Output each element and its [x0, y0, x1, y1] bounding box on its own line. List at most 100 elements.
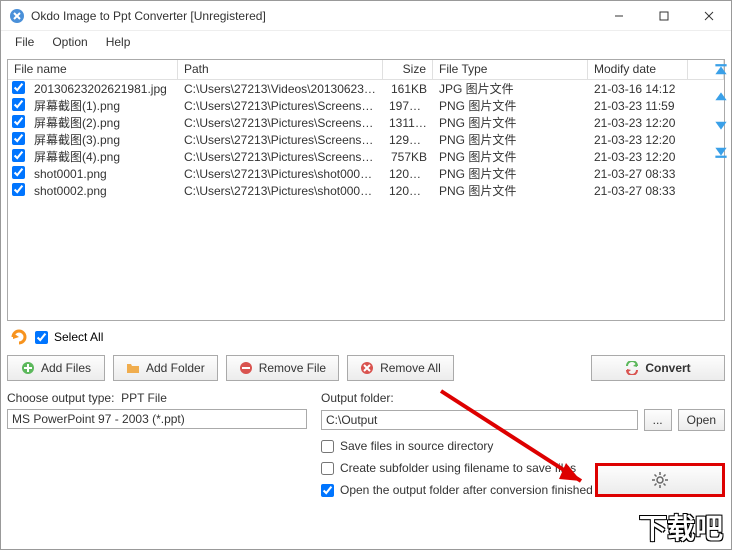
row-checkbox[interactable]	[12, 149, 25, 162]
header-filetype[interactable]: File Type	[433, 60, 588, 79]
add-files-button[interactable]: Add Files	[7, 355, 105, 381]
browse-button[interactable]: ...	[644, 409, 672, 431]
cell-date: 21-03-27 08:33	[588, 167, 688, 181]
cell-filename: 屏幕截图(2).png	[28, 114, 178, 131]
button-row: Add Files Add Folder Remove File Remove …	[7, 355, 725, 391]
file-list: File name Path Size File Type Modify dat…	[7, 59, 725, 321]
open-after-checkbox[interactable]	[321, 484, 334, 497]
row-checkbox[interactable]	[12, 81, 25, 94]
window-title: Okdo Image to Ppt Converter [Unregistere…	[31, 9, 596, 23]
cell-path: C:\Users\27213\Pictures\Screenshot...	[178, 150, 383, 164]
cell-path: C:\Users\27213\Pictures\shot0002.png	[178, 184, 383, 198]
cell-filename: 屏幕截图(3).png	[28, 131, 178, 148]
minimize-button[interactable]	[596, 1, 641, 30]
menu-option[interactable]: Option	[44, 33, 95, 51]
move-top-icon[interactable]	[712, 63, 730, 81]
create-subfolder-checkbox[interactable]	[321, 462, 334, 475]
add-files-label: Add Files	[41, 361, 91, 375]
cell-size: 1972KB	[383, 99, 433, 113]
cell-size: 161KB	[383, 82, 433, 96]
row-checkbox[interactable]	[12, 98, 25, 111]
cell-type: PNG 图片文件	[433, 165, 588, 182]
table-row[interactable]: 屏幕截图(2).pngC:\Users\27213\Pictures\Scree…	[8, 114, 724, 131]
undo-icon[interactable]	[9, 327, 29, 347]
cell-date: 21-03-16 14:12	[588, 82, 688, 96]
header-size[interactable]: Size	[383, 60, 433, 79]
remove-file-button[interactable]: Remove File	[226, 355, 339, 381]
cell-filename: 屏幕截图(4).png	[28, 148, 178, 165]
cell-path: C:\Users\27213\Videos\2013062320...	[178, 82, 383, 96]
cell-filename: shot0002.png	[28, 184, 178, 198]
header-path[interactable]: Path	[178, 60, 383, 79]
move-up-icon[interactable]	[712, 89, 730, 107]
header-date[interactable]: Modify date	[588, 60, 688, 79]
remove-all-icon	[360, 361, 374, 375]
row-checkbox[interactable]	[12, 166, 25, 179]
menubar: File Option Help	[1, 31, 731, 53]
table-row[interactable]: 20130623202621981.jpgC:\Users\27213\Vide…	[8, 80, 724, 97]
create-subfolder-label: Create subfolder using filename to save …	[340, 461, 576, 475]
window-buttons	[596, 1, 731, 30]
move-down-icon[interactable]	[712, 115, 730, 133]
output-folder-group: Output folder: ... Open Save files in so…	[321, 391, 725, 497]
plus-icon	[21, 361, 35, 375]
convert-label: Convert	[645, 361, 690, 375]
settings-button[interactable]	[595, 463, 725, 497]
cell-type: PNG 图片文件	[433, 182, 588, 199]
select-all-row: Select All	[7, 321, 725, 355]
close-button[interactable]	[686, 1, 731, 30]
table-row[interactable]: 屏幕截图(4).pngC:\Users\27213\Pictures\Scree…	[8, 148, 724, 165]
convert-icon	[625, 361, 639, 375]
cell-filename: 屏幕截图(1).png	[28, 97, 178, 114]
cell-type: JPG 图片文件	[433, 80, 588, 97]
row-checkbox[interactable]	[12, 115, 25, 128]
output-format-field[interactable]	[7, 409, 307, 429]
cell-path: C:\Users\27213\Pictures\Screenshot...	[178, 116, 383, 130]
cell-date: 21-03-23 12:20	[588, 133, 688, 147]
open-folder-button[interactable]: Open	[678, 409, 725, 431]
menu-help[interactable]: Help	[98, 33, 139, 51]
cell-date: 21-03-27 08:33	[588, 184, 688, 198]
menu-file[interactable]: File	[7, 33, 42, 51]
output-folder-label: Output folder:	[321, 391, 725, 405]
cell-size: 1205KB	[383, 167, 433, 181]
bottom-panel: Choose output type: PPT File Output fold…	[7, 391, 725, 503]
file-list-headers: File name Path Size File Type Modify dat…	[8, 60, 724, 80]
row-checkbox[interactable]	[12, 132, 25, 145]
file-list-body[interactable]: 20130623202621981.jpgC:\Users\27213\Vide…	[8, 80, 724, 320]
remove-file-label: Remove File	[259, 361, 326, 375]
open-after-label: Open the output folder after conversion …	[340, 483, 593, 497]
cell-type: PNG 图片文件	[433, 131, 588, 148]
save-in-source-checkbox[interactable]	[321, 440, 334, 453]
cell-type: PNG 图片文件	[433, 97, 588, 114]
add-folder-label: Add Folder	[146, 361, 205, 375]
header-filename[interactable]: File name	[8, 60, 178, 79]
cell-size: 1311KB	[383, 116, 433, 130]
cell-type: PNG 图片文件	[433, 114, 588, 131]
save-in-source-row: Save files in source directory	[321, 439, 725, 453]
reorder-arrows	[709, 63, 732, 159]
output-type-group: Choose output type: PPT File	[7, 391, 307, 497]
cell-size: 1205KB	[383, 184, 433, 198]
maximize-button[interactable]	[641, 1, 686, 30]
cell-path: C:\Users\27213\Pictures\shot0001.png	[178, 167, 383, 181]
move-bottom-icon[interactable]	[712, 141, 730, 159]
cell-type: PNG 图片文件	[433, 148, 588, 165]
save-in-source-label: Save files in source directory	[340, 439, 493, 453]
output-folder-field[interactable]	[321, 410, 638, 430]
table-row[interactable]: shot0002.pngC:\Users\27213\Pictures\shot…	[8, 182, 724, 199]
row-checkbox[interactable]	[12, 183, 25, 196]
watermark: 下载吧	[639, 507, 723, 547]
remove-all-button[interactable]: Remove All	[347, 355, 454, 381]
convert-button[interactable]: Convert	[591, 355, 725, 381]
add-folder-button[interactable]: Add Folder	[113, 355, 218, 381]
table-row[interactable]: 屏幕截图(3).pngC:\Users\27213\Pictures\Scree…	[8, 131, 724, 148]
titlebar: Okdo Image to Ppt Converter [Unregistere…	[1, 1, 731, 31]
gear-icon	[651, 471, 669, 489]
cell-filename: shot0001.png	[28, 167, 178, 181]
app-icon	[9, 8, 25, 24]
table-row[interactable]: 屏幕截图(1).pngC:\Users\27213\Pictures\Scree…	[8, 97, 724, 114]
select-all-checkbox[interactable]	[35, 331, 48, 344]
table-row[interactable]: shot0001.pngC:\Users\27213\Pictures\shot…	[8, 165, 724, 182]
remove-all-label: Remove All	[380, 361, 441, 375]
